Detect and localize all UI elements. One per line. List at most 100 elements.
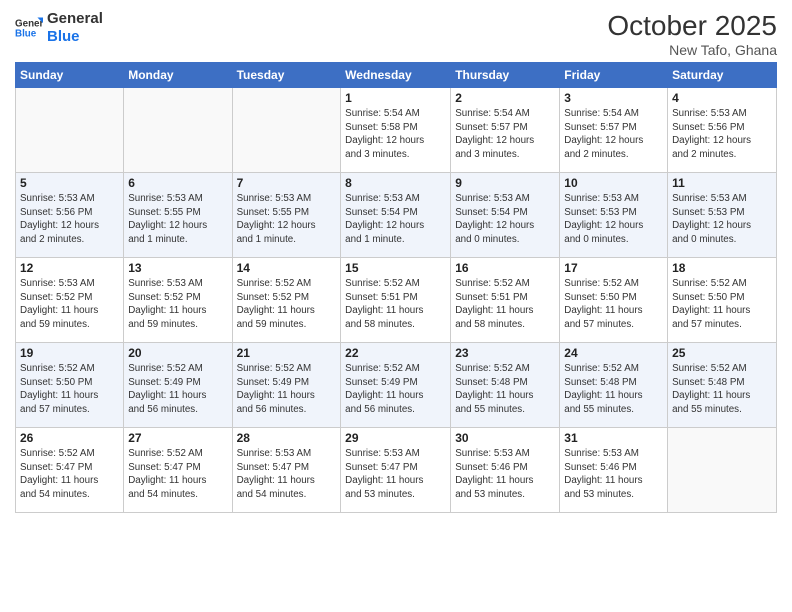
- day-info: Sunrise: 5:52 AM Sunset: 5:49 PM Dayligh…: [128, 362, 227, 417]
- day-info: Sunrise: 5:52 AM Sunset: 5:47 PM Dayligh…: [20, 447, 119, 502]
- day-info: Sunrise: 5:52 AM Sunset: 5:51 PM Dayligh…: [345, 277, 446, 332]
- weekday-header-saturday: Saturday: [668, 63, 777, 88]
- header: General Blue General Blue October 2025 N…: [15, 10, 777, 58]
- calendar-cell: 30 Sunrise: 5:53 AM Sunset: 5:46 PM Dayli…: [451, 428, 560, 513]
- calendar-cell: 18 Sunrise: 5:52 AM Sunset: 5:50 PM Dayli…: [668, 258, 777, 343]
- day-number: 12: [20, 261, 119, 275]
- day-number: 16: [455, 261, 555, 275]
- day-number: 6: [128, 176, 227, 190]
- calendar-week-2: 5 Sunrise: 5:53 AM Sunset: 5:56 PM Daylig…: [16, 173, 777, 258]
- day-info: Sunrise: 5:53 AM Sunset: 5:46 PM Dayligh…: [564, 447, 663, 502]
- calendar-cell: 19Sunrise: 5:52 AM Sunset: 5:50 PM Dayli…: [16, 343, 124, 428]
- day-info: Sunrise: 5:52 AM Sunset: 5:51 PM Dayligh…: [455, 277, 555, 332]
- day-info: Sunrise: 5:53 AM Sunset: 5:52 PM Dayligh…: [128, 277, 227, 332]
- day-number: 5: [20, 176, 119, 190]
- weekday-header-sunday: Sunday: [16, 63, 124, 88]
- calendar-cell: 6 Sunrise: 5:53 AM Sunset: 5:55 PM Daylig…: [124, 173, 232, 258]
- page-container: General Blue General Blue October 2025 N…: [0, 0, 792, 523]
- calendar-cell: [16, 88, 124, 173]
- day-number: 20: [128, 346, 227, 360]
- calendar-cell: 26 Sunrise: 5:52 AM Sunset: 5:47 PM Dayli…: [16, 428, 124, 513]
- calendar-cell: 17 Sunrise: 5:52 AM Sunset: 5:50 PM Dayli…: [560, 258, 668, 343]
- day-info: Sunrise: 5:52 AM Sunset: 5:47 PM Dayligh…: [128, 447, 227, 502]
- weekday-header-tuesday: Tuesday: [232, 63, 341, 88]
- day-number: 29: [345, 431, 446, 445]
- day-info: Sunrise: 5:53 AM Sunset: 5:56 PM Dayligh…: [20, 192, 119, 247]
- calendar-cell: 20 Sunrise: 5:52 AM Sunset: 5:49 PM Dayli…: [124, 343, 232, 428]
- logo: General Blue General Blue: [15, 10, 103, 46]
- day-info: Sunrise: 5:53 AM Sunset: 5:55 PM Dayligh…: [237, 192, 337, 247]
- day-number: 25: [672, 346, 772, 360]
- day-number: 17: [564, 261, 663, 275]
- calendar-cell: 2Sunrise: 5:54 AM Sunset: 5:57 PM Daylig…: [451, 88, 560, 173]
- day-number: 9: [455, 176, 555, 190]
- calendar-cell: 14 Sunrise: 5:52 AM Sunset: 5:52 PM Dayli…: [232, 258, 341, 343]
- day-info: Sunrise: 5:53 AM Sunset: 5:53 PM Dayligh…: [672, 192, 772, 247]
- calendar-week-3: 12 Sunrise: 5:53 AM Sunset: 5:52 PM Dayli…: [16, 258, 777, 343]
- weekday-header-friday: Friday: [560, 63, 668, 88]
- day-info: Sunrise: 5:53 AM Sunset: 5:56 PM Dayligh…: [672, 107, 772, 162]
- day-info: Sunrise: 5:52 AM Sunset: 5:48 PM Dayligh…: [564, 362, 663, 417]
- day-number: 18: [672, 261, 772, 275]
- day-number: 15: [345, 261, 446, 275]
- day-info: Sunrise: 5:52 AM Sunset: 5:49 PM Dayligh…: [345, 362, 446, 417]
- day-number: 19: [20, 346, 119, 360]
- calendar-cell: 4 Sunrise: 5:53 AM Sunset: 5:56 PM Daylig…: [668, 88, 777, 173]
- day-number: 30: [455, 431, 555, 445]
- calendar-cell: [124, 88, 232, 173]
- day-info: Sunrise: 5:52 AM Sunset: 5:48 PM Dayligh…: [672, 362, 772, 417]
- day-number: 7: [237, 176, 337, 190]
- calendar-cell: 25 Sunrise: 5:52 AM Sunset: 5:48 PM Dayli…: [668, 343, 777, 428]
- day-info: Sunrise: 5:52 AM Sunset: 5:50 PM Dayligh…: [564, 277, 663, 332]
- calendar-cell: 27Sunrise: 5:52 AM Sunset: 5:47 PM Dayli…: [124, 428, 232, 513]
- calendar-cell: 16 Sunrise: 5:52 AM Sunset: 5:51 PM Dayli…: [451, 258, 560, 343]
- calendar-cell: 7 Sunrise: 5:53 AM Sunset: 5:55 PM Daylig…: [232, 173, 341, 258]
- calendar-cell: 8 Sunrise: 5:53 AM Sunset: 5:54 PM Daylig…: [341, 173, 451, 258]
- calendar-cell: 3Sunrise: 5:54 AM Sunset: 5:57 PM Daylig…: [560, 88, 668, 173]
- calendar-cell: 22 Sunrise: 5:52 AM Sunset: 5:49 PM Dayli…: [341, 343, 451, 428]
- day-number: 26: [20, 431, 119, 445]
- day-number: 22: [345, 346, 446, 360]
- day-info: Sunrise: 5:53 AM Sunset: 5:53 PM Dayligh…: [564, 192, 663, 247]
- day-info: Sunrise: 5:52 AM Sunset: 5:52 PM Dayligh…: [237, 277, 337, 332]
- logo-icon: General Blue: [15, 14, 43, 42]
- day-number: 4: [672, 91, 772, 105]
- calendar-week-5: 26 Sunrise: 5:52 AM Sunset: 5:47 PM Dayli…: [16, 428, 777, 513]
- day-info: Sunrise: 5:53 AM Sunset: 5:54 PM Dayligh…: [455, 192, 555, 247]
- calendar-cell: [232, 88, 341, 173]
- day-number: 14: [237, 261, 337, 275]
- weekday-header-wednesday: Wednesday: [341, 63, 451, 88]
- day-info: Sunrise: 5:53 AM Sunset: 5:46 PM Dayligh…: [455, 447, 555, 502]
- calendar-cell: 5 Sunrise: 5:53 AM Sunset: 5:56 PM Daylig…: [16, 173, 124, 258]
- weekday-header-monday: Monday: [124, 63, 232, 88]
- calendar-cell: [668, 428, 777, 513]
- title-block: October 2025 New Tafo, Ghana: [607, 10, 777, 58]
- weekday-header-thursday: Thursday: [451, 63, 560, 88]
- calendar-week-1: 1 Sunrise: 5:54 AM Sunset: 5:58 PM Daylig…: [16, 88, 777, 173]
- day-info: Sunrise: 5:53 AM Sunset: 5:55 PM Dayligh…: [128, 192, 227, 247]
- calendar-cell: 28Sunrise: 5:53 AM Sunset: 5:47 PM Dayli…: [232, 428, 341, 513]
- calendar-cell: 13Sunrise: 5:53 AM Sunset: 5:52 PM Dayli…: [124, 258, 232, 343]
- day-number: 24: [564, 346, 663, 360]
- calendar-cell: 29 Sunrise: 5:53 AM Sunset: 5:47 PM Dayli…: [341, 428, 451, 513]
- day-info: Sunrise: 5:52 AM Sunset: 5:50 PM Dayligh…: [672, 277, 772, 332]
- weekday-header-row: SundayMondayTuesdayWednesdayThursdayFrid…: [16, 63, 777, 88]
- day-number: 8: [345, 176, 446, 190]
- day-info: Sunrise: 5:53 AM Sunset: 5:47 PM Dayligh…: [345, 447, 446, 502]
- day-info: Sunrise: 5:52 AM Sunset: 5:48 PM Dayligh…: [455, 362, 555, 417]
- calendar-cell: 9 Sunrise: 5:53 AM Sunset: 5:54 PM Daylig…: [451, 173, 560, 258]
- calendar-cell: 31 Sunrise: 5:53 AM Sunset: 5:46 PM Dayli…: [560, 428, 668, 513]
- day-info: Sunrise: 5:53 AM Sunset: 5:54 PM Dayligh…: [345, 192, 446, 247]
- day-info: Sunrise: 5:54 AM Sunset: 5:57 PM Dayligh…: [564, 107, 663, 162]
- day-number: 11: [672, 176, 772, 190]
- day-number: 1: [345, 91, 446, 105]
- day-info: Sunrise: 5:53 AM Sunset: 5:52 PM Dayligh…: [20, 277, 119, 332]
- logo-text-general: General: [47, 10, 103, 28]
- day-number: 31: [564, 431, 663, 445]
- day-number: 23: [455, 346, 555, 360]
- day-info: Sunrise: 5:53 AM Sunset: 5:47 PM Dayligh…: [237, 447, 337, 502]
- calendar-cell: 15 Sunrise: 5:52 AM Sunset: 5:51 PM Dayli…: [341, 258, 451, 343]
- calendar-cell: 11 Sunrise: 5:53 AM Sunset: 5:53 PM Dayli…: [668, 173, 777, 258]
- day-info: Sunrise: 5:54 AM Sunset: 5:58 PM Dayligh…: [345, 107, 446, 162]
- calendar-cell: 21Sunrise: 5:52 AM Sunset: 5:49 PM Dayli…: [232, 343, 341, 428]
